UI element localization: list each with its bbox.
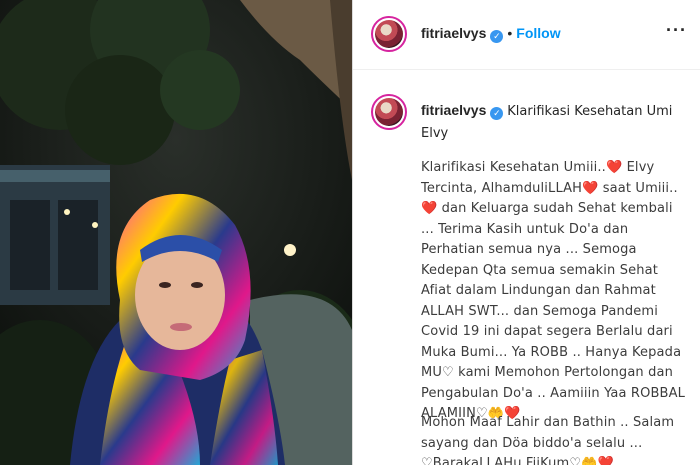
follow-button[interactable]: Follow [516, 25, 560, 41]
header-separator: • [507, 25, 513, 41]
post-header: fitriaelvys ✓ • Follow ··· [353, 0, 700, 70]
avatar[interactable] [371, 16, 407, 52]
caption-section: fitriaelvys ✓ Klarifikasi Kesehatan Umi E… [353, 70, 700, 465]
caption-header: fitriaelvys ✓ Klarifikasi Kesehatan Umi E… [421, 100, 686, 144]
avatar-image [375, 20, 403, 48]
post-photo-image [0, 0, 352, 465]
caption-body-2: Mohon Maaf Lahir dan Bathin .. Salam say… [421, 415, 679, 465]
post-detail-panel: fitriaelvys ✓ • Follow ··· fitriaelvys ✓ Kla… [352, 0, 700, 465]
caption-body: Klarifikasi Kesehatan Umiii..❤️ Elvy Ter… [421, 160, 690, 421]
caption-username[interactable]: fitriaelvys [421, 102, 486, 118]
caption-avatar[interactable] [371, 94, 407, 130]
header-line: fitriaelvys ✓ • Follow [421, 25, 561, 43]
caption-avatar-image [375, 98, 403, 126]
caption-verified-badge-icon: ✓ [490, 107, 504, 120]
post-photo[interactable] [0, 0, 352, 465]
more-options-icon[interactable]: ··· [666, 20, 687, 41]
verified-badge-icon: ✓ [490, 30, 504, 43]
header-username[interactable]: fitriaelvys [421, 25, 486, 41]
